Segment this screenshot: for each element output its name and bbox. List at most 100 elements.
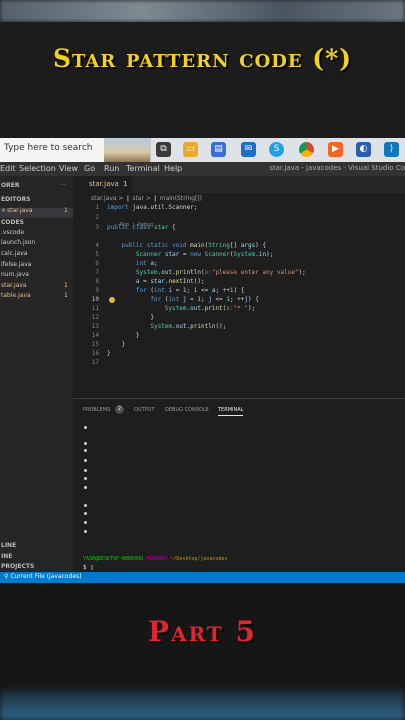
terminal-prompt: YASH@DESKTOP-NOKK0OU MINGW64 ~/Desktop/j… bbox=[83, 556, 228, 562]
tab-star-java[interactable]: star.java 1 bbox=[73, 176, 133, 193]
skype-icon[interactable]: S bbox=[269, 142, 284, 157]
terminal-star bbox=[84, 469, 87, 472]
line-number: 13 bbox=[91, 323, 99, 330]
tab-output[interactable]: OUTPUT bbox=[134, 407, 154, 413]
app-blue-icon[interactable]: ◐ bbox=[356, 142, 371, 157]
taskbar-search-box[interactable]: Type here to search bbox=[0, 138, 151, 162]
file-item[interactable]: ifelse.java bbox=[1, 261, 31, 268]
prompt-env: MINGW64 bbox=[146, 556, 168, 562]
terminal-star bbox=[84, 426, 87, 429]
file-item[interactable]: .vscode bbox=[1, 229, 24, 236]
line-number: 11 bbox=[91, 305, 99, 312]
tab-label: star.java bbox=[89, 180, 119, 188]
explorer-header: ORER bbox=[1, 182, 20, 189]
terminal-star bbox=[84, 442, 87, 445]
status-current-file[interactable]: ⚲ Current File (javacodes) bbox=[4, 573, 82, 580]
file-item-star-java[interactable]: star.java bbox=[1, 282, 27, 289]
prompt-user: YASH@DESKTOP-NOKK0OU bbox=[83, 556, 144, 562]
problems-count-badge: 2 bbox=[115, 405, 124, 414]
menu-view[interactable]: View bbox=[59, 164, 78, 173]
line-number: 16 bbox=[91, 350, 99, 357]
terminal-star bbox=[84, 530, 87, 533]
line-number: 4 bbox=[95, 242, 99, 249]
prompt-path: ~/Desktop/javacodes bbox=[170, 556, 228, 562]
timeline-section[interactable]: INE bbox=[1, 553, 12, 560]
task-view-icon[interactable]: ⧉ bbox=[156, 142, 171, 157]
line-number: 1 bbox=[95, 204, 99, 211]
outline-section[interactable]: LINE bbox=[1, 542, 16, 549]
line-number: 5 bbox=[95, 251, 99, 258]
tab-badge: 1 bbox=[123, 180, 128, 188]
search-placeholder: Type here to search bbox=[4, 143, 93, 153]
file-item-table-java[interactable]: table.java bbox=[1, 292, 31, 299]
menu-terminal[interactable]: Terminal bbox=[126, 164, 160, 173]
folder-section[interactable]: CODES bbox=[1, 219, 24, 226]
line-number: 3 bbox=[95, 224, 99, 231]
code-line-6: int a; bbox=[135, 260, 158, 267]
more-actions-icon[interactable]: ··· bbox=[60, 182, 66, 189]
open-editor-star-java[interactable]: star.java bbox=[7, 207, 33, 214]
tab-debug-console[interactable]: DEBUG CONSOLE bbox=[165, 407, 209, 413]
code-line-15: } bbox=[107, 341, 126, 348]
line-number: 10 bbox=[91, 296, 99, 303]
explorer-sidebar: ORER ··· EDITORS × star.java 1 CODES .vs… bbox=[0, 176, 73, 572]
code-line-8: a = star.nextInt(); bbox=[135, 278, 205, 285]
video-overlay-top bbox=[0, 22, 405, 138]
app-orange-icon[interactable]: ▶ bbox=[328, 142, 343, 157]
terminal-input-line[interactable]: $ ▯ bbox=[83, 564, 94, 571]
code-line-16: } bbox=[107, 350, 111, 357]
terminal-star bbox=[84, 449, 87, 452]
tab-problems[interactable]: PROBLEMS bbox=[83, 407, 110, 413]
mail-icon[interactable]: ✉ bbox=[241, 142, 256, 157]
code-line-9: for (int i = 1; i <= a; ++i) { bbox=[135, 287, 245, 294]
close-icon[interactable]: × bbox=[1, 207, 6, 214]
code-line-1: import java.util.Scanner; bbox=[107, 204, 198, 211]
window-title: star.java - javacodes - Visual Studio Co bbox=[269, 164, 405, 172]
menu-selection[interactable]: Selection bbox=[19, 164, 56, 173]
status-bar: ⚲ Current File (javacodes) bbox=[0, 572, 405, 583]
store-icon[interactable]: ▤ bbox=[211, 142, 226, 157]
menu-go[interactable]: Go bbox=[84, 164, 95, 173]
terminal-star bbox=[84, 459, 87, 462]
file-explorer-icon[interactable]: ▭ bbox=[183, 142, 198, 157]
terminal-star bbox=[84, 521, 87, 524]
file-item[interactable]: num.java bbox=[1, 271, 29, 278]
code-line-3: public class star { bbox=[107, 224, 176, 231]
code-line-13: System.out.println(); bbox=[150, 323, 227, 330]
lightbulb-icon[interactable] bbox=[109, 297, 115, 303]
search-highlight-image bbox=[104, 138, 150, 162]
projects-section[interactable]: PROJECTS bbox=[1, 563, 34, 570]
file-badge: 1 bbox=[64, 282, 68, 289]
code-line-4: public static void main(String[] args) { bbox=[121, 242, 267, 249]
open-editors-section[interactable]: EDITORS bbox=[1, 196, 30, 203]
code-line-14: } bbox=[107, 332, 140, 339]
line-number: 17 bbox=[91, 359, 99, 366]
breadcrumb[interactable]: star.java > ❙ star > ❙ main(String[]) bbox=[91, 195, 202, 202]
editor-tabs: star.java 1 bbox=[73, 176, 405, 193]
terminal-star bbox=[84, 486, 87, 489]
vscode-icon[interactable]: ⟩ bbox=[384, 142, 399, 157]
code-editor[interactable]: star.java 1 star.java > ❙ star > ❙ main(… bbox=[73, 176, 405, 398]
menu-edit[interactable]: Edit bbox=[0, 164, 16, 173]
windows-taskbar: Type here to search ⧉ ▭ ▤ ✉ S ▶ ◐ ⟩ bbox=[0, 138, 405, 162]
menu-run[interactable]: Run bbox=[104, 164, 119, 173]
status-text: Current File (javacodes) bbox=[10, 573, 82, 580]
file-item[interactable]: calc.java bbox=[1, 250, 27, 257]
code-line-10: for (int j = 1; j <= i; ++j) { bbox=[150, 296, 259, 303]
open-editor-badge: 1 bbox=[64, 207, 68, 214]
file-item[interactable]: launch.json bbox=[1, 239, 35, 246]
line-number: 15 bbox=[91, 341, 99, 348]
line-number: 12 bbox=[91, 314, 99, 321]
tab-terminal[interactable]: TERMINAL bbox=[218, 407, 244, 416]
bottom-panel: PROBLEMS 2 OUTPUT DEBUG CONSOLE TERMINAL… bbox=[73, 398, 405, 572]
line-number: 2 bbox=[95, 214, 99, 221]
terminal-star bbox=[84, 504, 87, 507]
code-line-7: System.out.println(x:"please enter any v… bbox=[135, 269, 306, 276]
chrome-icon[interactable] bbox=[299, 142, 314, 157]
video-title-overlay: Star pattern code (*) bbox=[52, 44, 353, 73]
menu-help[interactable]: Help bbox=[164, 164, 182, 173]
vscode-menubar: Edit Selection View Go Run Terminal Help… bbox=[0, 162, 405, 176]
line-number: 9 bbox=[95, 287, 99, 294]
line-number: 8 bbox=[95, 278, 99, 285]
line-number: 14 bbox=[91, 332, 99, 339]
